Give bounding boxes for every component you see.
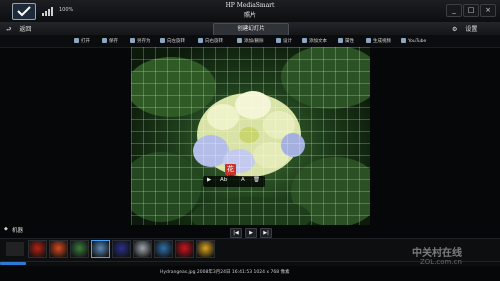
properties-icon [338,38,343,43]
properties-label: 属性 [345,39,354,44]
app-title: HP MediaSmart [225,2,275,9]
generate-video-button[interactable]: 生成视频 [366,38,391,44]
filmstrip-thumbnail[interactable] [70,240,89,258]
overlay-play-button[interactable]: ▶ [207,177,211,183]
grid-overlay [131,47,370,225]
app-logo-icon[interactable] [12,3,36,20]
add-text-button[interactable]: 添加文本 [302,38,327,44]
youtube-label: YouTube [408,39,427,44]
open-button[interactable]: 打开 [74,38,90,44]
scrollbar-thumb[interactable] [0,262,26,265]
watermark-url: ZOL.com.cn [420,258,462,266]
overlay-font-button[interactable]: A [241,177,245,183]
filmstrip-thumbnail[interactable] [196,240,215,258]
previous-button[interactable]: |◀ [230,228,242,238]
rotate-right-icon [198,38,203,43]
expand-icon[interactable]: ◆ [4,226,8,232]
youtube-button[interactable]: YouTube [401,38,426,44]
maximize-button[interactable]: □ [463,4,479,17]
save-label: 保存 [109,39,118,44]
folder-icon [74,38,79,43]
gear-icon: ⚙ [452,26,458,33]
save-as-label: 另存为 [137,39,151,44]
add-remove-button[interactable]: 添加/删除 [237,38,264,44]
minimize-button[interactable]: _ [446,4,462,17]
signal-strength-icon [42,7,53,16]
text-icon [302,38,307,43]
video-icon [366,38,371,43]
rotate-left-button[interactable]: 向左旋转 [160,38,185,44]
settings-button[interactable]: ⚙ 设置 [452,24,477,33]
rotate-left-label: 向左旋转 [167,39,185,44]
filmstrip-thumbnail[interactable] [49,240,68,258]
youtube-icon [401,38,406,43]
back-label: 返回 [19,26,32,33]
design-button[interactable]: 设计 [276,38,292,44]
filmstrip-slot[interactable] [6,242,24,256]
status-bar-text: Hydrangeas.jpg 2008年3月24日 16:41:53 1024 … [160,270,290,275]
save-icon [102,38,107,43]
photo-canvas[interactable] [131,47,370,225]
save-button[interactable]: 保存 [102,38,118,44]
add-remove-label: 添加/删除 [244,39,264,44]
back-button[interactable]: ⮐ 返回 [6,24,31,35]
play-button[interactable]: ▶ [245,228,257,238]
rotate-left-icon [160,38,165,43]
filmstrip-label: 机器 [12,228,24,234]
filmstrip-thumbnail[interactable] [154,240,173,258]
battery-level: 100% [59,7,74,13]
close-button[interactable]: × [480,4,496,17]
add-remove-icon [237,38,242,43]
design-label: 设计 [283,39,292,44]
rotate-right-button[interactable]: 向右旋转 [198,38,223,44]
rotate-right-label: 向右旋转 [205,39,223,44]
section-title: 照片 [243,12,256,19]
save-as-button[interactable]: 另存为 [130,38,151,44]
filmstrip-thumbnail[interactable] [28,240,47,258]
filmstrip-thumbnail[interactable] [112,240,131,258]
trash-icon[interactable]: 🗑 [253,177,260,183]
filmstrip-thumbnail[interactable] [133,240,152,258]
open-label: 打开 [81,39,90,44]
settings-label: 设置 [465,26,478,33]
filmstrip-thumbnail[interactable] [91,240,110,258]
properties-button[interactable]: 属性 [338,38,354,44]
next-button[interactable]: ▶| [260,228,272,238]
photo-badge: 花 [225,164,236,175]
design-icon [276,38,281,43]
overlay-text-style-button[interactable]: Ab [220,177,227,183]
back-arrow-icon: ⮐ [6,26,12,33]
generate-video-label: 生成视频 [373,39,391,44]
watermark: 中关村在线 [412,248,462,259]
filmstrip-thumbnail[interactable] [175,240,194,258]
add-text-label: 添加文本 [309,39,327,44]
save-as-icon [130,38,135,43]
